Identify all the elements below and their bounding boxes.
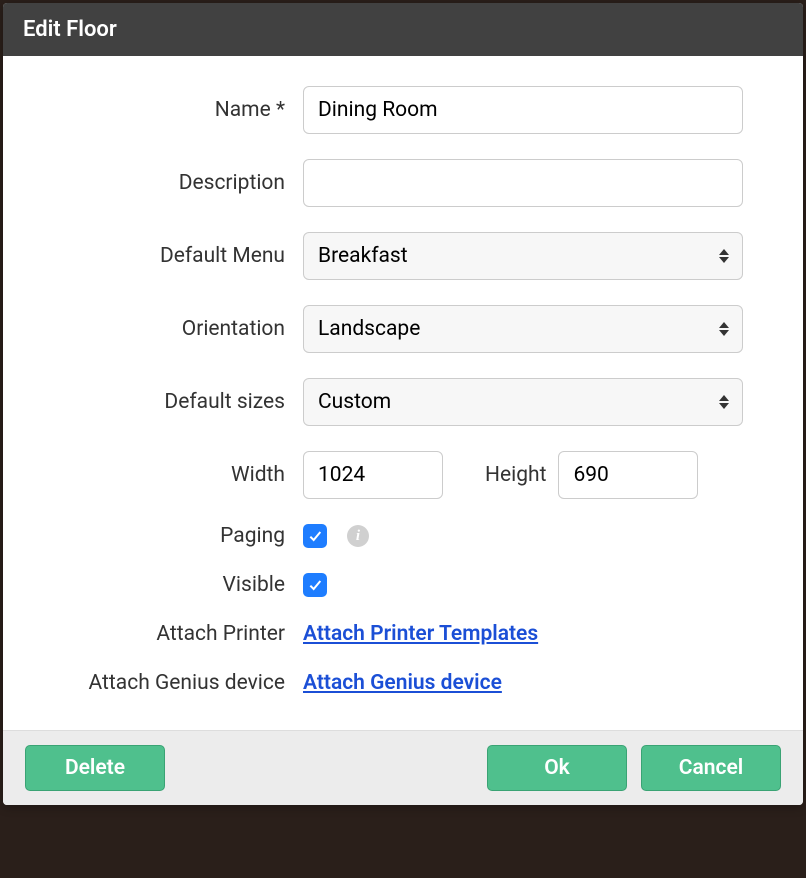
description-input[interactable] <box>303 159 743 207</box>
footer-spacer <box>179 745 473 791</box>
orientation-label: Orientation <box>33 317 303 341</box>
attach-genius-label: Attach Genius device <box>33 671 303 695</box>
attach-genius-link[interactable]: Attach Genius device <box>303 671 502 695</box>
edit-floor-dialog: Edit Floor Name * Description Default Me… <box>3 3 803 805</box>
visible-label: Visible <box>33 573 303 597</box>
attach-printer-label: Attach Printer <box>33 622 303 646</box>
paging-checkbox[interactable] <box>303 524 327 548</box>
height-input[interactable] <box>558 451 698 499</box>
delete-button[interactable]: Delete <box>25 745 165 791</box>
visible-row: Visible <box>33 573 743 597</box>
default-menu-select[interactable]: Breakfast <box>303 232 743 280</box>
default-menu-label: Default Menu <box>33 244 303 268</box>
width-label: Width <box>33 463 303 487</box>
width-input[interactable] <box>303 451 443 499</box>
attach-genius-row: Attach Genius device Attach Genius devic… <box>33 671 743 695</box>
name-input[interactable] <box>303 86 743 134</box>
orientation-row: Orientation Landscape <box>33 305 743 353</box>
orientation-select[interactable]: Landscape <box>303 305 743 353</box>
info-icon[interactable]: i <box>347 525 369 547</box>
description-row: Description <box>33 159 743 207</box>
dimensions-row: Width Height <box>33 451 743 499</box>
default-sizes-label: Default sizes <box>33 390 303 414</box>
name-row: Name * <box>33 86 743 134</box>
cancel-button[interactable]: Cancel <box>641 745 781 791</box>
attach-printer-link[interactable]: Attach Printer Templates <box>303 622 538 646</box>
paging-label: Paging <box>33 524 303 548</box>
default-sizes-row: Default sizes Custom <box>33 378 743 426</box>
name-label: Name * <box>33 98 303 122</box>
visible-checkbox[interactable] <box>303 573 327 597</box>
default-menu-row: Default Menu Breakfast <box>33 232 743 280</box>
dialog-title: Edit Floor <box>3 3 803 56</box>
dialog-footer: Delete Ok Cancel <box>3 730 803 805</box>
dialog-body: Name * Description Default Menu Breakfas… <box>3 56 803 730</box>
description-label: Description <box>33 171 303 195</box>
attach-printer-row: Attach Printer Attach Printer Templates <box>33 622 743 646</box>
default-sizes-select[interactable]: Custom <box>303 378 743 426</box>
height-label: Height <box>485 463 546 487</box>
ok-button[interactable]: Ok <box>487 745 627 791</box>
paging-row: Paging i <box>33 524 743 548</box>
